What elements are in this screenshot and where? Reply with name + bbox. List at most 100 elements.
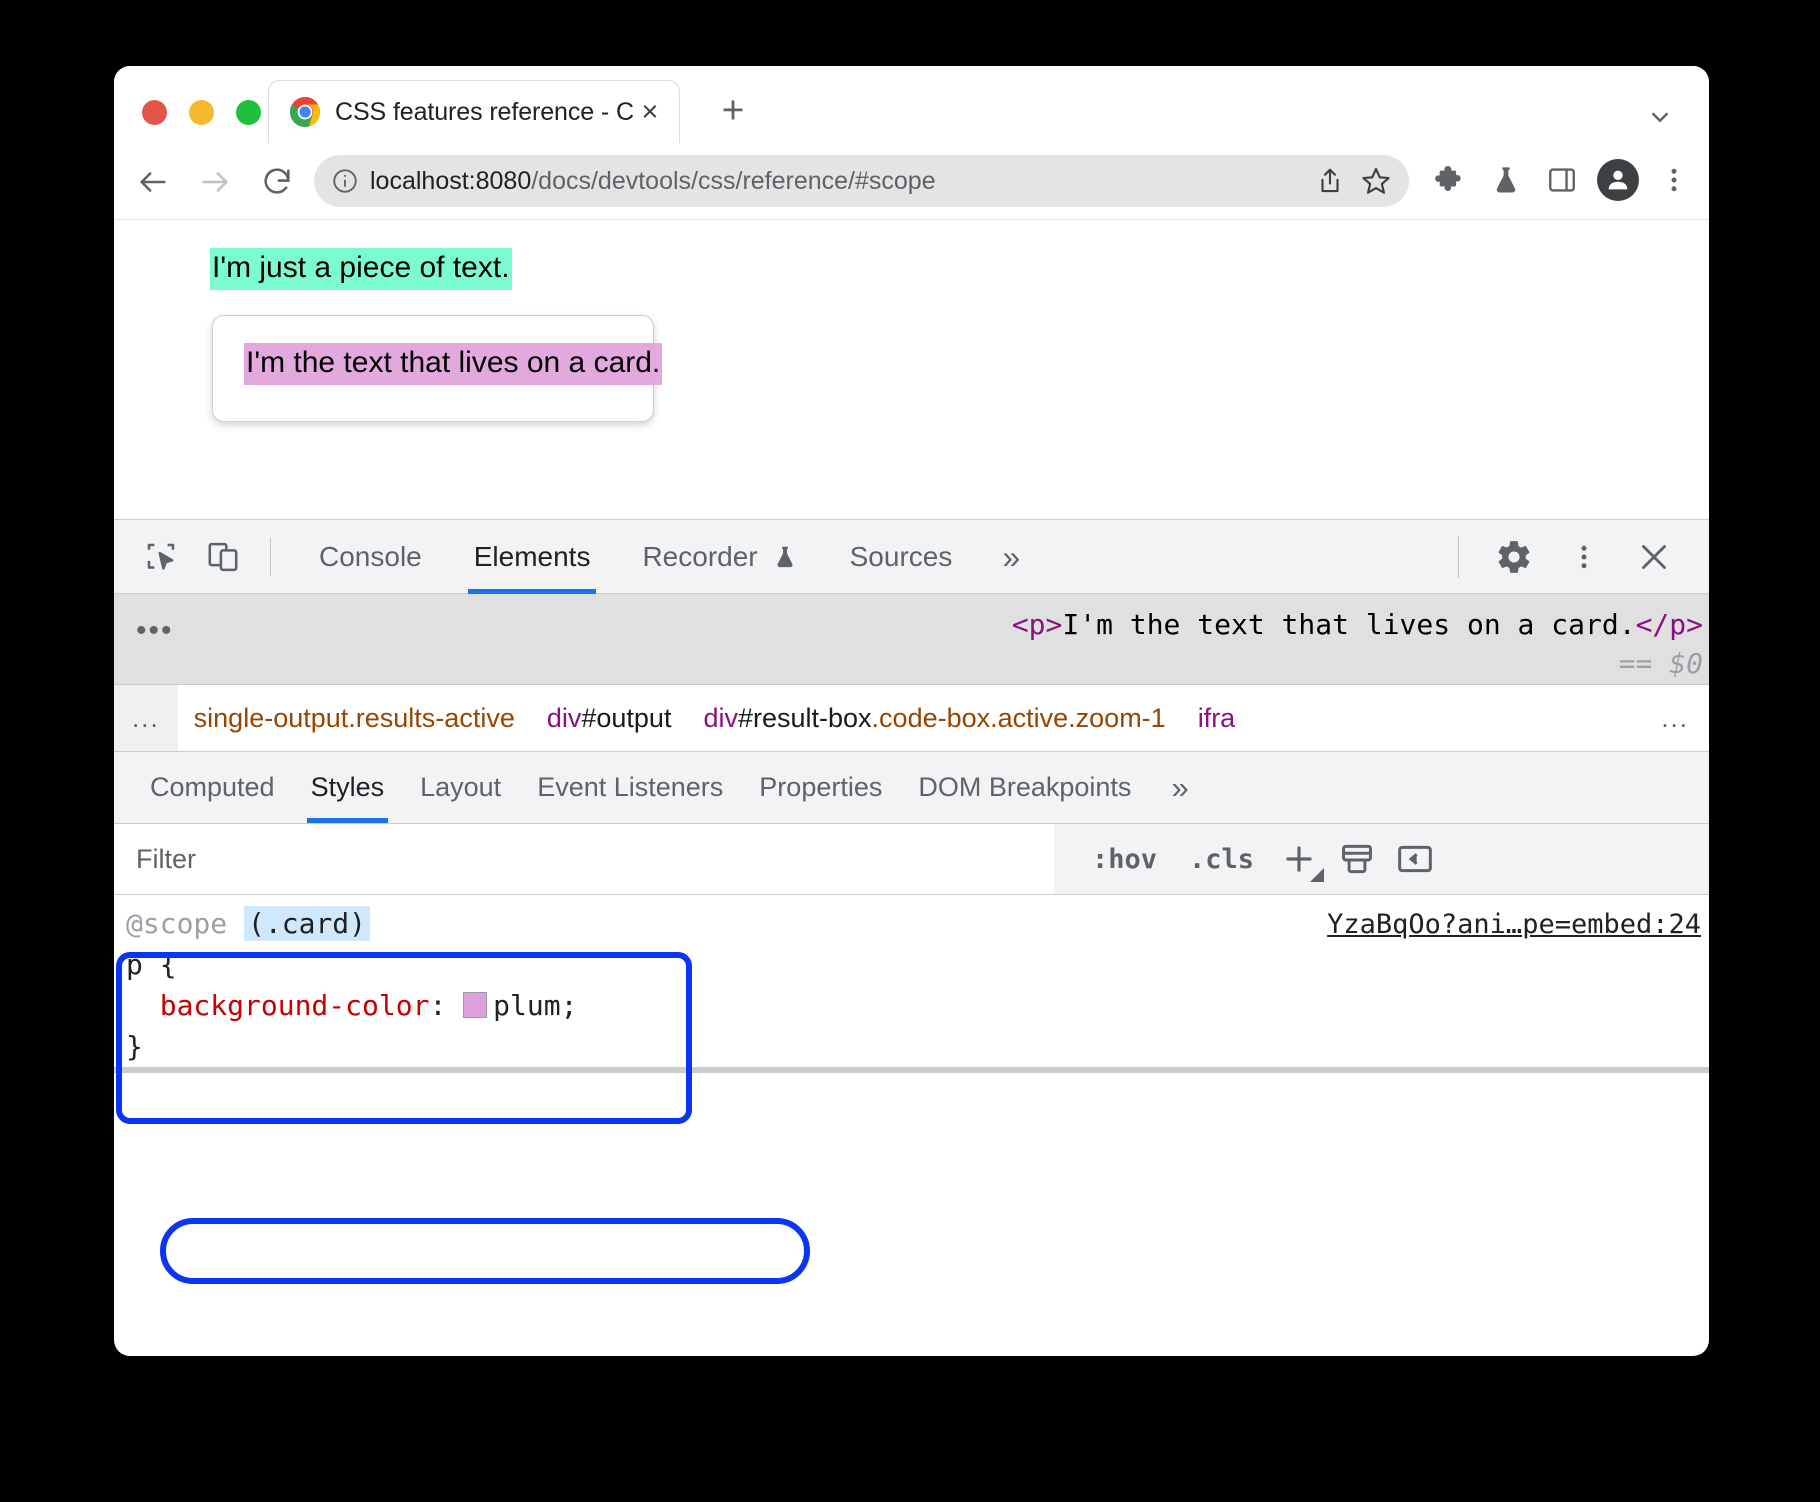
style-source-link[interactable]: YzaBqOo?ani…pe=embed:24 [1327, 909, 1701, 940]
dom-tree-ellipsis[interactable]: ••• [136, 616, 174, 646]
declaration-value[interactable]: plum [493, 989, 560, 1022]
devtools-tab-label: Recorder [642, 541, 757, 573]
breadcrumb-overflow-left[interactable]: ... [114, 685, 178, 751]
browser-tab[interactable]: CSS features reference - Chrom × [268, 80, 680, 143]
three-dot-menu-icon[interactable] [1559, 532, 1609, 582]
url-text[interactable]: localhost:8080/docs/devtools/css/referen… [370, 167, 1307, 196]
sidebar-tab-computed[interactable]: Computed [132, 752, 293, 823]
flask-icon [772, 544, 798, 570]
share-icon[interactable] [1307, 158, 1353, 204]
breadcrumb-item-result-box[interactable]: div#result-box.code-box.active.zoom-1 [687, 685, 1181, 751]
open-tag: <p> [1012, 608, 1063, 641]
devtools-tabs-overflow[interactable]: » [978, 541, 1044, 573]
sidebar-tab-event-listeners[interactable]: Event Listeners [519, 752, 741, 823]
new-style-rule-button[interactable] [1272, 832, 1326, 886]
breadcrumb-tag: div [547, 703, 582, 734]
sidebar-tab-label: Properties [759, 772, 882, 803]
filter-input[interactable] [114, 824, 1054, 894]
address-bar[interactable]: localhost:8080/docs/devtools/css/referen… [314, 155, 1409, 207]
viewport-right-gutter [1622, 220, 1709, 519]
sidebar-tab-label: Event Listeners [537, 772, 723, 803]
breadcrumb-class: .code-box.active.zoom-1 [872, 703, 1166, 734]
node-text: I'm the text that lives on a card. [1062, 608, 1635, 641]
devtools-tab-label: Sources [850, 541, 953, 573]
breadcrumb-item-single-output[interactable]: single-output.results-active [178, 685, 531, 751]
declaration-background-color[interactable]: background-color: plum; [126, 985, 1709, 1026]
style-rule-scope[interactable]: @scope (.card) p { background-color: plu… [114, 895, 1709, 1075]
rule-selector[interactable]: p { [126, 944, 1709, 985]
close-window-button[interactable] [142, 100, 167, 125]
back-arrow-icon[interactable] [132, 161, 174, 203]
page-content: I'm just a piece of text. I'm the text t… [196, 220, 1623, 519]
breadcrumb-tag: div [703, 703, 738, 734]
sidebar-tab-dom-breakpoints[interactable]: DOM Breakpoints [900, 752, 1149, 823]
puzzle-icon[interactable] [1427, 157, 1473, 203]
url-host: localhost:8080 [370, 167, 531, 195]
devtools-tab-label: Elements [474, 541, 591, 573]
chrome-icon [289, 96, 321, 128]
styles-pane-continuation [114, 1073, 1709, 1111]
console-ref: $0 [1669, 647, 1703, 680]
devtools-tab-sources[interactable]: Sources [824, 520, 979, 594]
close-tag: </p> [1636, 608, 1703, 641]
forward-arrow-icon[interactable] [194, 161, 236, 203]
sidebar-tab-label: Styles [311, 772, 385, 803]
star-icon[interactable] [1353, 158, 1399, 204]
declaration-property[interactable]: background-color [160, 989, 430, 1022]
info-circle-icon[interactable] [328, 164, 362, 198]
close-icon[interactable] [1629, 532, 1679, 582]
devtools-tool-actions [1458, 520, 1691, 593]
plain-paragraph: I'm just a piece of text. [210, 248, 512, 290]
side-panel-icon[interactable] [1539, 157, 1585, 203]
styles-filter-bar: :hov .cls [114, 824, 1709, 895]
sidebar-tab-layout[interactable]: Layout [402, 752, 519, 823]
dom-node-markup: <p>I'm the text that lives on a card.</p… [1012, 606, 1703, 683]
minimize-window-button[interactable] [189, 100, 214, 125]
close-icon[interactable]: × [635, 97, 665, 127]
styles-sidebar-tabs: Computed Styles Layout Event Listeners P… [114, 752, 1709, 824]
reload-icon[interactable] [256, 161, 298, 203]
page-viewport: I'm just a piece of text. I'm the text t… [114, 220, 1709, 519]
new-tab-button[interactable]: + [714, 94, 752, 132]
breadcrumb-item-iframe[interactable]: ifra [1182, 685, 1252, 751]
devtools-tab-console[interactable]: Console [293, 520, 448, 594]
breadcrumb-overflow-right[interactable]: ... [1641, 703, 1709, 734]
url-path: /docs/devtools/css/reference/#scope [531, 167, 935, 195]
color-swatch[interactable] [463, 992, 487, 1018]
toggle-sidebar-icon[interactable] [1388, 832, 1442, 886]
three-dot-menu-icon[interactable] [1651, 157, 1697, 203]
element-classes-button[interactable]: .cls [1175, 844, 1268, 875]
scope-argument[interactable]: (.card) [244, 906, 370, 941]
devtools-tab-bar: Console Elements Recorder Sources » [114, 519, 1709, 594]
dom-tree-selected-node[interactable]: ••• <p>I'm the text that lives on a card… [114, 594, 1709, 685]
tab-title: CSS features reference - Chrom [335, 98, 635, 127]
at-rule-keyword: @scope [126, 907, 244, 940]
browser-toolbar: localhost:8080/docs/devtools/css/referen… [114, 143, 1709, 220]
card-container: I'm the text that lives on a card. [212, 315, 654, 422]
browser-window: CSS features reference - Chrom × + [114, 66, 1709, 1356]
devtools-tab-elements[interactable]: Elements [448, 520, 617, 594]
breadcrumb-class: single-output [194, 703, 349, 734]
sidebar-tab-properties[interactable]: Properties [741, 752, 900, 823]
window-controls [142, 100, 261, 125]
devtools-tab-recorder[interactable]: Recorder [616, 520, 823, 594]
gear-icon[interactable] [1489, 532, 1539, 582]
styles-toolbar: :hov .cls [1078, 832, 1442, 886]
device-toolbar-icon[interactable] [198, 532, 248, 582]
sidebar-tab-label: Computed [150, 772, 275, 803]
chevron-down-icon[interactable] [1645, 102, 1675, 137]
flask-icon[interactable] [1483, 157, 1529, 203]
breadcrumb-item-output[interactable]: div#output [531, 685, 688, 751]
print-media-icon[interactable] [1330, 832, 1384, 886]
account-avatar-icon[interactable] [1595, 157, 1641, 203]
toggle-element-state-button[interactable]: :hov [1078, 844, 1171, 875]
maximize-window-button[interactable] [236, 100, 261, 125]
breadcrumb-tag: ifra [1198, 703, 1236, 734]
sidebar-tab-styles[interactable]: Styles [293, 752, 403, 823]
breadcrumb-id: #output [581, 703, 671, 734]
equals-sign: == [1619, 647, 1670, 680]
devtools-panel: Console Elements Recorder Sources » [114, 519, 1709, 1111]
sidebar-tabs-overflow[interactable]: » [1149, 772, 1210, 803]
inspect-element-icon[interactable] [136, 532, 186, 582]
toolbar-actions [1427, 157, 1697, 203]
